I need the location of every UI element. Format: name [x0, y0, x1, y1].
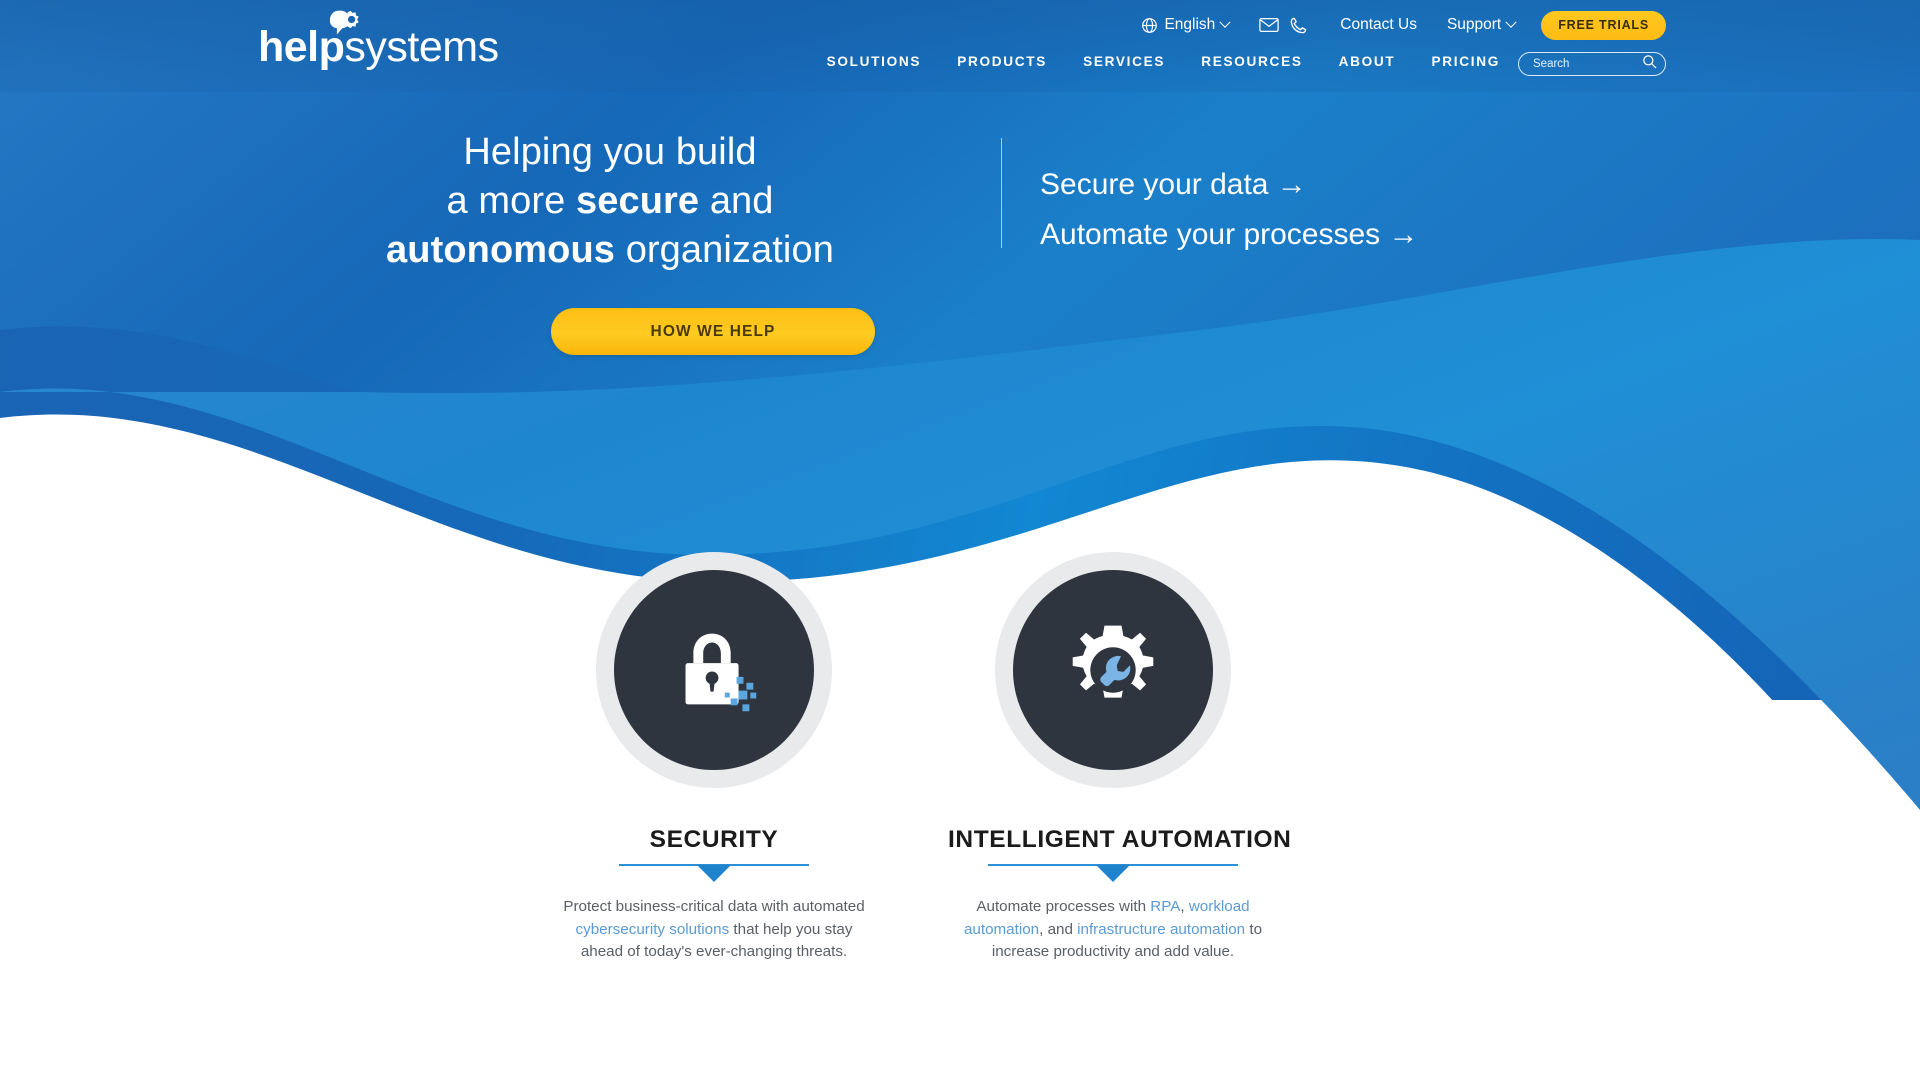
nav-item-products[interactable]: PRODUCTS: [957, 54, 1047, 69]
gear-wrench-icon: [1072, 625, 1154, 698]
link-rpa[interactable]: RPA: [1150, 898, 1180, 915]
card-security: SECURITY Protect business-critical data …: [549, 552, 879, 964]
headline-line-2-post: and: [699, 180, 774, 222]
nav-item-services[interactable]: SERVICES: [1083, 54, 1165, 69]
support-label: Support: [1446, 16, 1502, 33]
hero-link-secure-your-data[interactable]: Secure your data →: [1040, 160, 1419, 210]
nav-item-pricing[interactable]: PRICING: [1431, 54, 1500, 69]
phone-link[interactable]: [1289, 16, 1308, 35]
envelope-icon: [1259, 17, 1280, 33]
automation-icon-ring: [995, 552, 1231, 788]
contact-us-label: Contact Us: [1340, 16, 1417, 33]
link-cybersecurity-solutions[interactable]: cybersecurity solutions: [576, 921, 730, 938]
triangle-down-icon: [697, 865, 731, 882]
utility-nav: English Contact Us Support FREE TRIALS: [1141, 10, 1666, 40]
headline-emphasis-autonomous: autonomous: [386, 229, 616, 271]
language-selector[interactable]: English: [1141, 16, 1231, 34]
card-intelligent-automation: INTELLIGENT AUTOMATION Automate processe…: [948, 552, 1292, 964]
logo-text-light: systems: [344, 23, 499, 71]
headline-line-2-pre: a more: [446, 180, 577, 222]
globe-icon: [1141, 17, 1158, 34]
hero-headline: Helping you build a more secure and auto…: [260, 128, 960, 275]
nav-item-about[interactable]: ABOUT: [1339, 54, 1396, 69]
headline-line-1: Helping you build: [463, 131, 757, 173]
search-input[interactable]: [1533, 58, 1636, 70]
chevron-down-icon: [1219, 16, 1231, 28]
logo-text: helpsystems: [258, 24, 499, 70]
card-title-intelligent-automation: INTELLIGENT AUTOMATION: [948, 826, 1292, 853]
search-icon[interactable]: [1642, 54, 1657, 74]
card-body-intelligent-automation: Automate processes with RPA, workload au…: [963, 898, 1263, 960]
contact-us-link[interactable]: Contact Us: [1340, 16, 1417, 34]
site-header: helpsystems English Contact Us Support F…: [0, 0, 1920, 92]
security-icon-disc: [614, 570, 814, 770]
how-we-help-button[interactable]: HOW WE HELP: [551, 308, 875, 355]
link-infrastructure-automation[interactable]: infrastructure automation: [1077, 921, 1245, 938]
padlock-icon: [685, 633, 757, 712]
nav-item-solutions[interactable]: SOLUTIONS: [827, 54, 922, 69]
headline-emphasis-secure: secure: [576, 180, 700, 222]
page-root: helpsystems English Contact Us Support F…: [0, 0, 1920, 1080]
nav-item-resources[interactable]: RESOURCES: [1201, 54, 1302, 69]
headline-line-3-post: organization: [615, 229, 834, 271]
card-title-security: SECURITY: [649, 826, 779, 853]
helpsystems-mark-icon: [329, 10, 359, 35]
email-link[interactable]: [1259, 17, 1280, 33]
main-nav: SOLUTIONS PRODUCTS SERVICES RESOURCES AB…: [827, 54, 1500, 69]
phone-icon: [1289, 16, 1308, 35]
card-body-security: Protect business-critical data with auto…: [563, 898, 865, 960]
logo[interactable]: helpsystems: [258, 10, 499, 70]
hero-link-automate-your-processes[interactable]: Automate your processes →: [1040, 210, 1419, 260]
card-rule-automation: [948, 864, 1278, 882]
card-rule-security: [549, 864, 879, 882]
support-menu[interactable]: Support: [1446, 16, 1517, 34]
hero-divider: [1001, 138, 1002, 248]
chevron-down-icon: [1505, 16, 1517, 28]
automation-icon-disc: [1013, 570, 1213, 770]
security-icon-ring: [596, 552, 832, 788]
free-trials-button[interactable]: FREE TRIALS: [1541, 10, 1666, 40]
triangle-down-icon: [1096, 865, 1130, 882]
hero-links: Secure your data → Automate your process…: [1040, 160, 1419, 260]
search-box[interactable]: [1518, 52, 1666, 76]
language-label: English: [1164, 16, 1216, 33]
